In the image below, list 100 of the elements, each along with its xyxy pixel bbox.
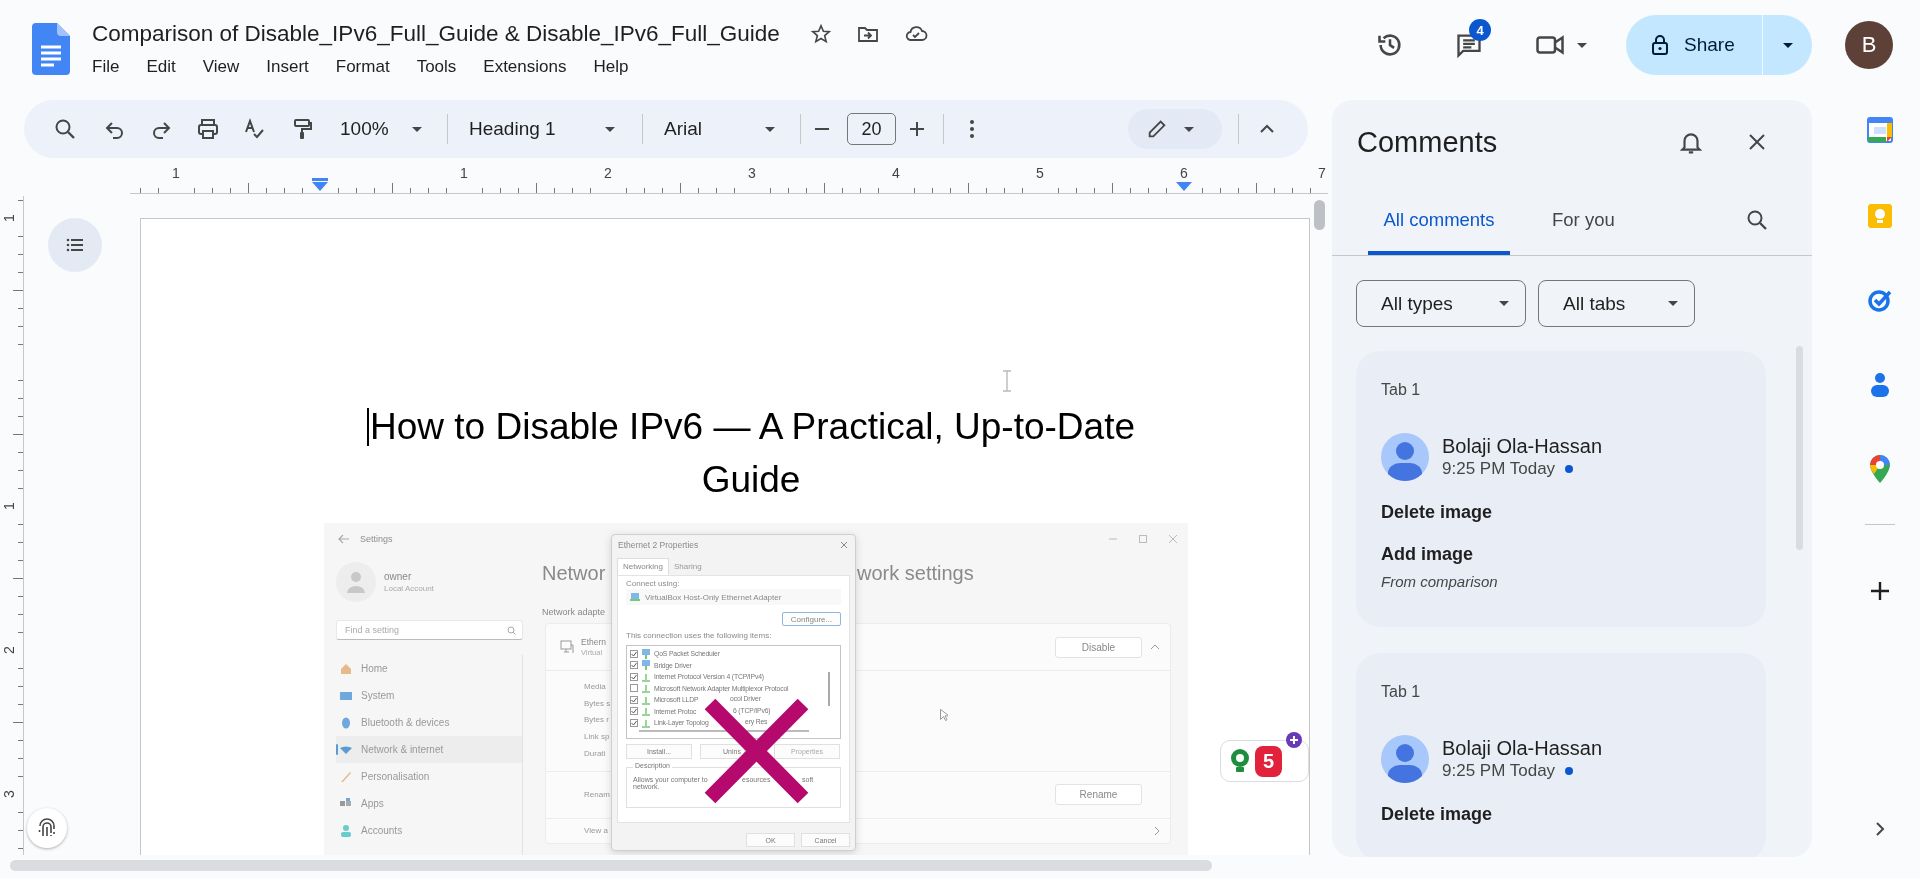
section-label: Network adapte [542, 606, 606, 619]
monitor-icon [340, 689, 352, 702]
adapter-name: Ethern [581, 637, 607, 647]
ruler-number: 1 [460, 165, 468, 181]
person-icon [340, 824, 352, 837]
search-icon[interactable] [53, 117, 77, 141]
page-heading: work settings [857, 561, 974, 585]
configure-button[interactable]: Configure... [782, 612, 841, 626]
checkbox[interactable] [630, 695, 638, 704]
caret-icon [765, 126, 775, 132]
font-size-field[interactable]: 20 [847, 113, 896, 145]
disable-button[interactable]: Disable [1055, 636, 1142, 658]
caret-icon [1782, 42, 1793, 48]
chevron-up-icon[interactable] [1150, 644, 1160, 650]
rename-button[interactable]: Rename [1055, 784, 1142, 805]
ruler-number: 7 [1318, 165, 1326, 181]
count-badge: 4 [1469, 19, 1491, 41]
caret-icon [1184, 126, 1194, 132]
tab-name: Tab 1 [1381, 381, 1422, 399]
checkbox[interactable] [630, 661, 638, 670]
pointer-icon [940, 709, 948, 721]
brush-icon [340, 770, 352, 783]
caret-icon[interactable] [1577, 42, 1587, 48]
add-icon[interactable] [1868, 579, 1892, 603]
menu-item[interactable]: File [92, 57, 120, 77]
style-select[interactable]: Heading 1 [469, 111, 619, 147]
window-title: Settings [360, 534, 393, 544]
ruler-number: 1 [1, 502, 17, 510]
font-select[interactable]: Arial [664, 111, 779, 147]
count-badge: 5 [1255, 745, 1283, 777]
editing-mode-select[interactable] [1128, 109, 1222, 149]
search-icon[interactable] [1745, 208, 1769, 232]
tab-name: Tab 1 [1381, 683, 1422, 701]
fingerprint-button[interactable] [27, 808, 67, 848]
scrollbar-thumb[interactable] [1796, 346, 1803, 550]
checkmark-icon[interactable] [1867, 287, 1893, 313]
account-name: owner [384, 571, 413, 582]
field-label: Connect using: [626, 579, 681, 588]
adapter-field: VirtualBox Host-Only Ethernet Adapter [626, 589, 841, 605]
network-icon [630, 592, 640, 602]
author-name: Bolaji Ola-Hassan [1442, 434, 1603, 458]
person-icon [346, 571, 366, 593]
setting-label: View a [584, 826, 608, 835]
checkbox[interactable] [630, 649, 638, 658]
menu-item[interactable]: Extensions [483, 57, 567, 77]
page-heading: Networ [542, 561, 606, 585]
detail-label: Durati [584, 747, 606, 760]
comment-card[interactable]: Tab 1 Bolaji Ola-Hassan 9:25 PM Today Delete image [1356, 653, 1766, 857]
menu-item[interactable]: Help [593, 57, 629, 77]
protocol-icon [641, 671, 651, 682]
share-button[interactable]: Share [1626, 15, 1762, 75]
detail-label: Link sp [584, 731, 610, 744]
dialog-tab[interactable]: Networking [617, 558, 669, 575]
field-label: This connection uses the following items: [626, 630, 773, 642]
plus-icon[interactable] [1286, 732, 1302, 748]
comment-tab[interactable]: All comments [1368, 184, 1510, 255]
person-icon[interactable] [1868, 372, 1892, 398]
calendar-icon[interactable] [1867, 117, 1893, 143]
scrollbar-thumb[interactable] [10, 860, 1212, 871]
map-pin-icon[interactable] [1869, 454, 1891, 484]
network-icon [641, 660, 651, 671]
indent-marker[interactable] [1176, 182, 1192, 191]
menu-item[interactable]: Format [335, 57, 390, 77]
outline-button[interactable] [48, 218, 102, 272]
menu-item[interactable]: Insert [266, 57, 309, 77]
menu-item[interactable]: Tools [416, 57, 457, 77]
account-type: Local Account [384, 584, 434, 593]
docs-logo[interactable] [32, 23, 70, 75]
checkbox[interactable] [630, 672, 638, 681]
menu-item[interactable]: Edit [146, 57, 176, 77]
comment-card[interactable]: Tab 1 Bolaji Ola-Hassan 9:25 PM Today Delete image Add image From comparison [1356, 351, 1766, 627]
bluetooth-icon [340, 716, 352, 729]
filter-dropdown[interactable]: All tabs [1538, 280, 1695, 327]
document-heading: How to Disable IPv6 — A Practical, Up-to-Date Guide [370, 406, 1135, 500]
scrollbar-thumb[interactable] [639, 730, 809, 732]
spellcheck-icon[interactable] [242, 117, 266, 141]
zoom-select[interactable]: 100% [340, 111, 426, 147]
person-icon [1387, 741, 1423, 783]
ruler-number: 1 [1, 214, 17, 222]
history-icon[interactable] [1376, 31, 1404, 59]
checkbox[interactable] [630, 684, 638, 693]
print-icon[interactable] [196, 117, 220, 141]
account-avatar[interactable]: B [1845, 21, 1893, 69]
lightbulb-icon [1229, 748, 1251, 774]
comment-tab[interactable]: For you [1545, 184, 1622, 255]
scrollbar-thumb[interactable] [1314, 200, 1325, 230]
indent-marker[interactable] [312, 178, 328, 191]
protocol-icon [641, 683, 651, 694]
star-icon[interactable] [809, 23, 832, 45]
filter-dropdown[interactable]: All types [1356, 280, 1526, 327]
document-title[interactable]: Comparison of Disable_IPv6_Full_Guide & Disable_IPv6_Full_Guide [92, 21, 780, 47]
suggestion-chip[interactable]: 5 [1220, 740, 1310, 782]
scrollbar-thumb[interactable] [828, 672, 830, 706]
checkbox[interactable] [630, 718, 638, 727]
menu-item[interactable]: View [202, 57, 240, 77]
comment-text: Delete image [1381, 803, 1494, 825]
checkbox[interactable] [630, 707, 638, 716]
comment-text: Add image [1381, 543, 1474, 565]
caret-icon [605, 126, 615, 132]
comment-time: 9:25 PM Today [1442, 760, 1556, 782]
